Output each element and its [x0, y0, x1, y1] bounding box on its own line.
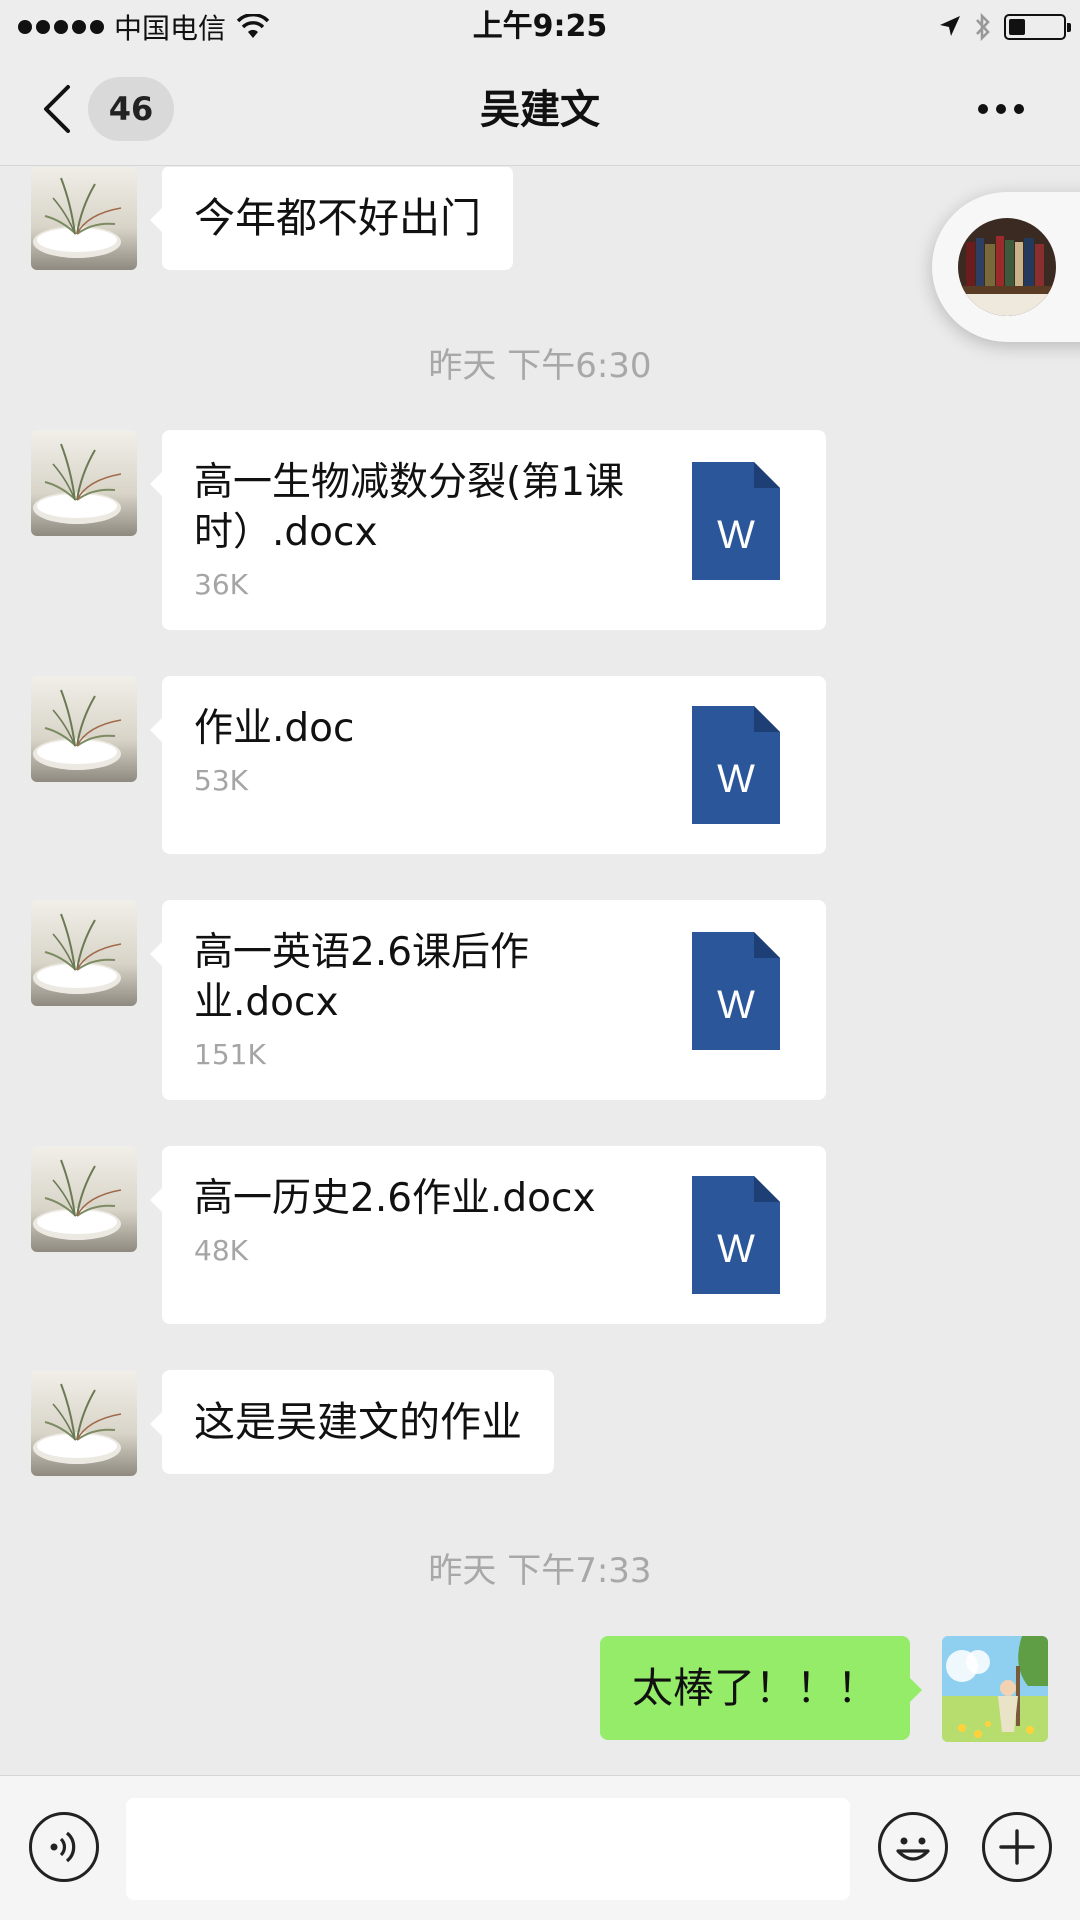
word-file-icon: [692, 462, 780, 580]
emoji-button[interactable]: [878, 1812, 948, 1882]
clock: 上午9:25: [472, 9, 608, 44]
file-message[interactable]: 高一英语2.6课后作业.docx 151K: [150, 900, 826, 1100]
my-avatar[interactable]: [942, 1636, 1048, 1742]
contact-avatar[interactable]: [31, 167, 137, 270]
file-size: 151K: [194, 1038, 266, 1071]
contact-avatar[interactable]: [31, 1370, 137, 1476]
contact-avatar[interactable]: [31, 1146, 137, 1252]
file-size: 48K: [194, 1234, 248, 1267]
file-message[interactable]: 高一历史2.6作业.docx 48K: [150, 1146, 826, 1324]
nav-bar: 46 吴建文: [0, 54, 1080, 166]
file-name: 高一英语2.6课后作业.docx: [194, 930, 530, 1025]
contact-avatar[interactable]: [31, 430, 137, 536]
file-name: 高一生物减数分裂(第1课时）.docx: [194, 460, 625, 555]
file-size: 36K: [194, 568, 248, 601]
floating-window[interactable]: [932, 192, 1080, 342]
battery-level: [1009, 19, 1025, 35]
file-message[interactable]: 高一生物减数分裂(第1课时）.docx 36K: [150, 430, 826, 630]
voice-icon: [50, 1831, 76, 1863]
plus-button[interactable]: [982, 1812, 1052, 1882]
bluetooth-icon: [976, 12, 990, 42]
file-name: 作业.doc: [194, 706, 355, 751]
message-timestamp: 昨天 下午6:30: [428, 346, 652, 386]
my-message-bubble[interactable]: 太棒了！！！: [600, 1636, 922, 1740]
message-bubble[interactable]: 这是吴建文的作业: [150, 1370, 554, 1474]
plus-icon: [999, 1829, 1035, 1865]
chat-title: 吴建文: [480, 87, 600, 133]
floating-window-avatar: [958, 218, 1056, 316]
battery-icon: [1004, 14, 1071, 40]
word-file-icon: [692, 1176, 780, 1294]
message-input[interactable]: [126, 1798, 850, 1900]
contact-avatar[interactable]: [31, 900, 137, 1006]
file-message[interactable]: 作业.doc 53K: [150, 676, 826, 854]
location-arrow-icon: [940, 16, 960, 36]
word-file-icon: [692, 932, 780, 1050]
status-bar: 中国电信 上午9:25: [0, 0, 1080, 54]
input-bar: [0, 1775, 1080, 1920]
file-size: 53K: [194, 764, 248, 797]
message-timestamp: 昨天 下午7:33: [428, 1551, 652, 1591]
file-name: 高一历史2.6作业.docx: [194, 1176, 596, 1221]
more-dots-icon[interactable]: [978, 104, 1024, 114]
voice-button[interactable]: [29, 1812, 99, 1882]
word-file-icon: [692, 706, 780, 824]
contact-avatar[interactable]: [31, 676, 137, 782]
message-list[interactable]: 今年都不好出门 昨天 下午6:30 高一生物减数分裂(第1课时）.docx 36…: [0, 167, 1080, 1775]
chat-screen: 中国电信 上午9:25 46 吴建文 今年都不好出门 昨天 下午6:30 高一生…: [0, 0, 1080, 1920]
message-bubble[interactable]: 今年都不好出门: [150, 167, 513, 270]
emoji-icon: [896, 1837, 930, 1861]
